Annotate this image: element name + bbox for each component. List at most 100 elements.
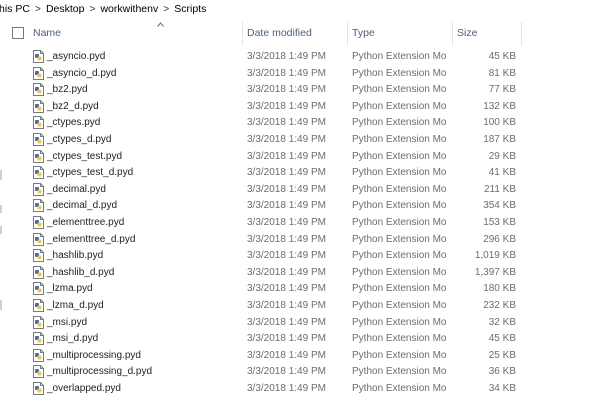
file-date-modified: 3/3/2018 1:49 PM [247,333,326,345]
file-row[interactable]: _hashlib.pyd 3/3/2018 1:49 PM Python Ext… [0,247,602,264]
file-row[interactable]: _ctypes_test_d.pyd 3/3/2018 1:49 PM Pyth… [0,164,602,181]
column-header-size[interactable]: Size [457,27,477,39]
python-file-icon [33,315,44,329]
file-row[interactable]: _bz2.pyd 3/3/2018 1:49 PM Python Extensi… [0,81,602,98]
file-type: Python Extension Mo... [352,67,447,79]
file-row[interactable]: _overlapped.pyd 3/3/2018 1:49 PM Python … [0,380,602,397]
breadcrumb-item-this-pc[interactable]: his PC [0,3,30,15]
file-date-modified: 3/3/2018 1:49 PM [247,366,326,378]
file-row[interactable]: _asyncio_d.pyd 3/3/2018 1:49 PM Python E… [0,65,602,82]
select-all-checkbox[interactable] [12,27,24,39]
file-row[interactable]: _elementtree_d.pyd 3/3/2018 1:49 PM Pyth… [0,231,602,248]
file-name: _msi.pyd [47,316,88,328]
file-size: 45 KB [488,333,516,345]
file-size: 354 KB [483,200,516,212]
file-size: 1,397 KB [474,266,516,278]
python-file-icon [33,116,44,130]
file-row[interactable]: _decimal.pyd 3/3/2018 1:49 PM Python Ext… [0,181,602,198]
file-row[interactable]: _msi_d.pyd 3/3/2018 1:49 PM Python Exten… [0,330,602,347]
breadcrumb-item-workwithenv[interactable]: workwithenv [100,3,158,15]
python-file-icon [33,282,44,296]
column-divider[interactable] [452,22,453,46]
file-row[interactable]: _multiprocessing.pyd 3/3/2018 1:49 PM Py… [0,347,602,364]
file-size: 41 KB [488,167,516,179]
file-type: Python Extension Mo... [352,117,447,129]
file-name: _elementtree.pyd [47,216,125,228]
file-type: Python Extension Mo... [352,200,447,212]
file-size: 1,019 KB [474,250,516,262]
breadcrumb-item-scripts[interactable]: Scripts [174,3,206,15]
file-date-modified: 3/3/2018 1:49 PM [247,283,326,295]
file-row[interactable]: _hashlib_d.pyd 3/3/2018 1:49 PM Python E… [0,264,602,281]
file-size: 153 KB [483,216,516,228]
file-name: _bz2_d.pyd [47,100,99,112]
python-file-icon [33,298,44,312]
file-size: 132 KB [483,100,516,112]
file-type: Python Extension Mo... [352,100,447,112]
file-row[interactable]: _ctypes_test.pyd 3/3/2018 1:49 PM Python… [0,148,602,165]
file-date-modified: 3/3/2018 1:49 PM [247,200,326,212]
file-name: _ctypes_test.pyd [47,150,123,162]
file-row[interactable]: _msi.pyd 3/3/2018 1:49 PM Python Extensi… [0,314,602,331]
column-header-name[interactable]: Name [33,22,164,39]
file-name: _hashlib_d.pyd [47,266,115,278]
file-type: Python Extension Mo... [352,183,447,195]
file-size: 36 KB [488,366,516,378]
breadcrumb-item-desktop[interactable]: Desktop [46,3,85,15]
file-name: _decimal.pyd [47,183,106,195]
column-header-name-label: Name [33,27,62,39]
file-size: 32 KB [488,316,516,328]
column-divider[interactable] [347,22,348,46]
file-row[interactable]: _elementtree.pyd 3/3/2018 1:49 PM Python… [0,214,602,231]
file-date-modified: 3/3/2018 1:49 PM [247,67,326,79]
column-header: Name Date modified Type Size [0,22,602,46]
python-file-icon [33,83,44,97]
file-name: _lzma_d.pyd [47,299,104,311]
python-file-icon [33,265,44,279]
file-size: 296 KB [483,233,516,245]
python-file-icon [33,99,44,113]
file-row[interactable]: _lzma.pyd 3/3/2018 1:49 PM Python Extens… [0,280,602,297]
file-row[interactable]: _asyncio.pyd 3/3/2018 1:49 PM Python Ext… [0,48,602,65]
file-date-modified: 3/3/2018 1:49 PM [247,167,326,179]
file-size: 45 KB [488,51,516,62]
file-type: Python Extension Mo... [352,283,447,295]
file-row[interactable]: _decimal_d.pyd 3/3/2018 1:49 PM Python E… [0,197,602,214]
file-type: Python Extension Mo... [352,167,447,179]
file-date-modified: 3/3/2018 1:49 PM [247,100,326,112]
file-date-modified: 3/3/2018 1:49 PM [247,349,326,361]
file-date-modified: 3/3/2018 1:49 PM [247,266,326,278]
file-row[interactable]: _multiprocessing_d.pyd 3/3/2018 1:49 PM … [0,363,602,380]
file-date-modified: 3/3/2018 1:49 PM [247,183,326,195]
file-date-modified: 3/3/2018 1:49 PM [247,233,326,245]
chevron-right-icon[interactable]: > [84,4,100,15]
file-row[interactable]: _bz2_d.pyd 3/3/2018 1:49 PM Python Exten… [0,98,602,115]
file-name: _hashlib.pyd [47,250,104,262]
python-file-icon [33,332,44,346]
file-name: _bz2.pyd [47,84,88,96]
chevron-right-icon[interactable]: > [158,4,174,15]
column-divider[interactable] [521,22,522,46]
file-row[interactable]: _ctypes_d.pyd 3/3/2018 1:49 PM Python Ex… [0,131,602,148]
file-date-modified: 3/3/2018 1:49 PM [247,117,326,129]
file-row[interactable]: _ctypes.pyd 3/3/2018 1:49 PM Python Exte… [0,114,602,131]
python-file-icon [33,132,44,146]
file-type: Python Extension Mo... [352,133,447,145]
python-file-icon [33,50,44,63]
file-type: Python Extension Mo... [352,51,447,62]
file-name: _asyncio.pyd [47,51,106,62]
column-header-type[interactable]: Type [352,27,375,39]
column-divider[interactable] [242,22,243,46]
file-row[interactable]: _lzma_d.pyd 3/3/2018 1:49 PM Python Exte… [0,297,602,314]
file-name: _multiprocessing.pyd [47,349,141,361]
file-type: Python Extension Mo... [352,150,447,162]
file-type: Python Extension Mo... [352,84,447,96]
file-type: Python Extension Mo... [352,299,447,311]
column-header-date[interactable]: Date modified [247,27,312,39]
file-name: _lzma.pyd [47,283,93,295]
file-date-modified: 3/3/2018 1:49 PM [247,382,326,394]
chevron-right-icon[interactable]: > [30,4,46,15]
file-name: _ctypes_d.pyd [47,133,112,145]
python-file-icon [33,365,44,379]
file-date-modified: 3/3/2018 1:49 PM [247,84,326,96]
